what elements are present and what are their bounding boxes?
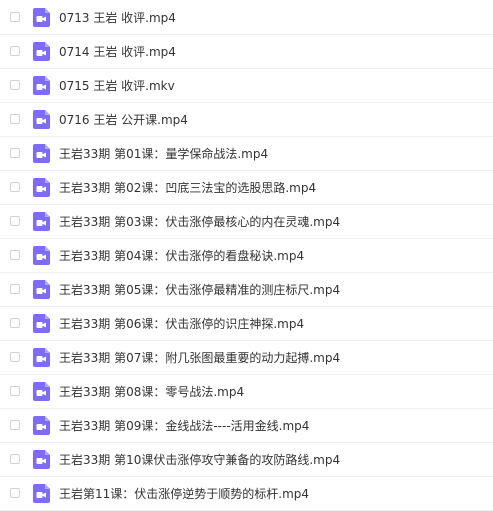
file-row[interactable]: 0713 王岩 收评.mp4 [0,1,493,35]
file-name[interactable]: 0713 王岩 收评.mp4 [59,10,176,26]
file-row[interactable]: 0714 王岩 收评.mp4 [0,35,493,69]
file-name[interactable]: 王岩33期 第04课：伏击涨停的看盘秘诀.mp4 [59,248,304,264]
video-file-icon [33,382,50,401]
row-checkbox[interactable] [10,386,20,396]
file-row[interactable]: 王岩33期 第01课：量学保命战法.mp4 [0,137,493,171]
file-name[interactable]: 王岩第11课：伏击涨停逆势于顺势的标杆.mp4 [59,486,309,502]
file-name[interactable]: 0715 王岩 收评.mkv [59,78,175,94]
file-row[interactable]: 王岩33期 第06课：伏击涨停的识庄神探.mp4 [0,307,493,341]
file-row[interactable]: 王岩33期 第02课：凹底三法宝的选股思路.mp4 [0,171,493,205]
video-file-icon [33,348,50,367]
row-checkbox[interactable] [10,12,20,22]
file-name[interactable]: 0716 王岩 公开课.mp4 [59,112,188,128]
file-row[interactable]: 王岩33期 第04课：伏击涨停的看盘秘诀.mp4 [0,239,493,273]
row-checkbox[interactable] [10,80,20,90]
row-checkbox[interactable] [10,420,20,430]
file-name[interactable]: 0714 王岩 收评.mp4 [59,44,176,60]
file-name[interactable]: 王岩33期 第06课：伏击涨停的识庄神探.mp4 [59,316,304,332]
row-checkbox[interactable] [10,250,20,260]
row-checkbox[interactable] [10,352,20,362]
row-checkbox[interactable] [10,216,20,226]
video-file-icon [33,280,50,299]
file-name[interactable]: 王岩33期 第09课：金线战法----活用金线.mp4 [59,418,309,434]
file-name[interactable]: 王岩33期 第03课：伏击涨停最核心的内在灵魂.mp4 [59,214,340,230]
video-file-icon [33,450,50,469]
file-name[interactable]: 王岩33期 第07课：附几张图最重要的动力起搏.mp4 [59,350,340,366]
video-file-icon [33,416,50,435]
file-row[interactable]: 0715 王岩 收评.mkv [0,69,493,103]
file-name[interactable]: 王岩33期 第05课：伏击涨停最精准的测庄标尺.mp4 [59,282,340,298]
file-name[interactable]: 王岩33期 第10课伏击涨停攻守兼备的攻防路线.mp4 [59,452,340,468]
video-file-icon [33,76,50,95]
file-row[interactable]: 王岩33期 第09课：金线战法----活用金线.mp4 [0,409,493,443]
video-file-icon [33,8,50,27]
row-checkbox[interactable] [10,46,20,56]
row-checkbox[interactable] [10,284,20,294]
row-checkbox[interactable] [10,148,20,158]
video-file-icon [33,314,50,333]
video-file-icon [33,42,50,61]
file-list: 0713 王岩 收评.mp4 0714 王岩 收评.mp4 0715 王岩 收评… [0,0,493,511]
row-checkbox[interactable] [10,182,20,192]
file-row[interactable]: 王岩33期 第07课：附几张图最重要的动力起搏.mp4 [0,341,493,375]
row-checkbox[interactable] [10,114,20,124]
video-file-icon [33,484,50,503]
video-file-icon [33,178,50,197]
video-file-icon [33,246,50,265]
row-checkbox[interactable] [10,318,20,328]
file-row[interactable]: 王岩33期 第05课：伏击涨停最精准的测庄标尺.mp4 [0,273,493,307]
file-row[interactable]: 王岩33期 第10课伏击涨停攻守兼备的攻防路线.mp4 [0,443,493,477]
row-checkbox[interactable] [10,454,20,464]
file-name[interactable]: 王岩33期 第02课：凹底三法宝的选股思路.mp4 [59,180,316,196]
video-file-icon [33,110,50,129]
file-name[interactable]: 王岩33期 第01课：量学保命战法.mp4 [59,146,268,162]
file-row[interactable]: 0716 王岩 公开课.mp4 [0,103,493,137]
file-row[interactable]: 王岩第11课：伏击涨停逆势于顺势的标杆.mp4 [0,477,493,511]
video-file-icon [33,212,50,231]
file-name[interactable]: 王岩33期 第08课：零号战法.mp4 [59,384,244,400]
file-row[interactable]: 王岩33期 第08课：零号战法.mp4 [0,375,493,409]
file-row[interactable]: 王岩33期 第03课：伏击涨停最核心的内在灵魂.mp4 [0,205,493,239]
video-file-icon [33,144,50,163]
row-checkbox[interactable] [10,488,20,498]
